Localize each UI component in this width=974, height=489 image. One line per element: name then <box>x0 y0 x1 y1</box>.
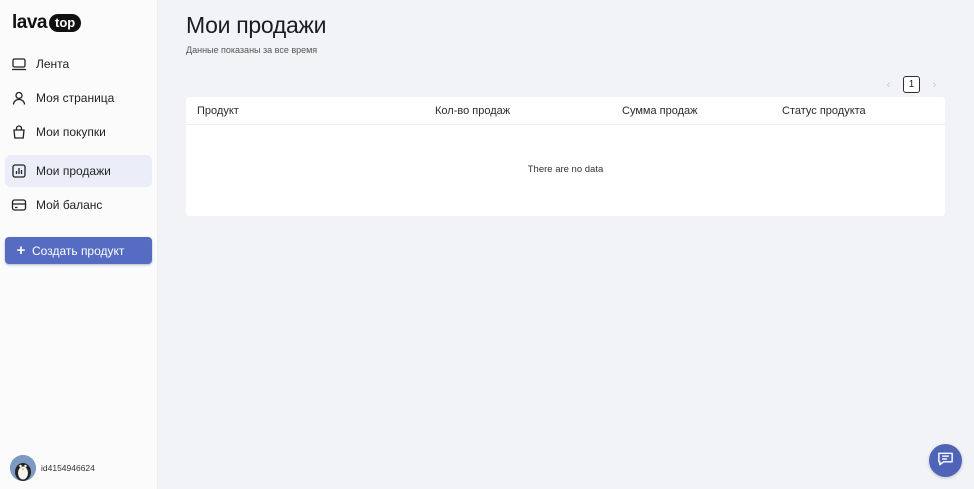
column-header-sales-count[interactable]: Кол-во продаж <box>435 105 510 117</box>
user-profile[interactable]: id4154946624 <box>10 455 95 481</box>
sidebar-item-my-page[interactable]: Моя страница <box>5 82 152 114</box>
chat-icon <box>936 449 955 473</box>
feed-icon <box>11 56 27 72</box>
sidebar-item-feed[interactable]: Лента <box>5 48 152 80</box>
user-icon <box>11 90 27 106</box>
pagination: ‹ 1 › <box>880 76 943 93</box>
column-header-sales-amount[interactable]: Сумма продаж <box>622 105 697 117</box>
empty-state-text: There are no data <box>527 164 604 175</box>
page-title: Мои продажи <box>186 12 327 38</box>
sidebar-item-my-balance[interactable]: Мой баланс <box>5 189 152 221</box>
sidebar-item-my-purchases[interactable]: Мои покупки <box>5 116 152 148</box>
plus-icon: + <box>16 241 26 259</box>
sales-table: Продукт Кол-во продаж Сумма продаж Стату… <box>186 97 945 216</box>
page-subtitle: Данные показаны за все время <box>186 45 318 55</box>
sidebar-item-my-sales[interactable]: Мои продажи <box>5 155 152 187</box>
avatar[interactable] <box>10 455 36 481</box>
table-header: Продукт Кол-во продаж Сумма продаж Стату… <box>186 97 945 125</box>
sidebar-item-label: Моя страница <box>36 91 115 105</box>
logo[interactable]: lava top <box>12 12 82 33</box>
bar-chart-icon <box>11 163 27 179</box>
sidebar-item-label: Мои покупки <box>36 125 106 139</box>
sidebar-item-label: Мой баланс <box>36 198 103 212</box>
sidebar: lava top Лента Моя страница Мои покупки … <box>0 0 158 489</box>
shopping-bag-icon <box>11 124 27 140</box>
column-header-product[interactable]: Продукт <box>197 105 239 117</box>
chat-button[interactable] <box>929 444 962 477</box>
chevron-right-icon[interactable]: › <box>926 76 943 93</box>
create-product-label: Создать продукт <box>32 243 125 258</box>
create-product-button[interactable]: + Создать продукт <box>5 237 152 264</box>
user-id: id4154946624 <box>41 463 95 473</box>
sidebar-item-label: Мои продажи <box>36 164 111 178</box>
logo-text: lava <box>12 12 47 33</box>
chevron-left-icon[interactable]: ‹ <box>880 76 897 93</box>
page-number[interactable]: 1 <box>903 76 920 93</box>
logo-badge: top <box>48 14 82 32</box>
sidebar-item-label: Лента <box>36 57 70 71</box>
column-header-product-status[interactable]: Статус продукта <box>782 105 866 117</box>
wallet-icon <box>11 197 27 213</box>
